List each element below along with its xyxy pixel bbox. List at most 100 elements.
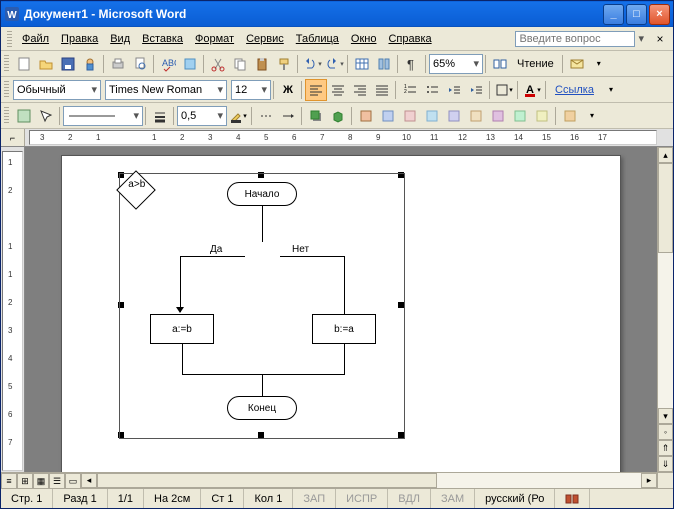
align-justify-button[interactable] — [371, 79, 393, 101]
undo-button[interactable]: ▾ — [301, 53, 323, 75]
fontsize-combo[interactable]: 12▾ — [231, 80, 271, 100]
menu-insert[interactable]: Вставка — [136, 30, 189, 48]
link-button[interactable]: Ссылка — [549, 84, 600, 96]
spellcheck-button[interactable]: ABC — [157, 53, 179, 75]
shape6-button[interactable] — [465, 105, 487, 127]
status-track[interactable]: ИСПР — [336, 489, 388, 508]
bullet-list-button[interactable] — [421, 79, 443, 101]
cut-button[interactable] — [207, 53, 229, 75]
menu-file[interactable]: Файл — [16, 30, 55, 48]
status-section[interactable]: Разд 1 — [53, 489, 107, 508]
shape2-button[interactable] — [377, 105, 399, 127]
status-ext[interactable]: ВДЛ — [388, 489, 431, 508]
font-combo[interactable]: Times New Roman▾ — [105, 80, 227, 100]
normal-view-button[interactable]: ≡ — [1, 473, 17, 488]
arrow-style-button[interactable] — [277, 105, 299, 127]
style-combo[interactable]: Обычный▾ — [13, 80, 101, 100]
scroll-thumb[interactable] — [658, 163, 673, 253]
copy-button[interactable] — [229, 53, 251, 75]
menubar-handle[interactable] — [7, 31, 12, 47]
numbered-list-button[interactable]: 12 — [399, 79, 421, 101]
browse-object-button[interactable]: ◦ — [658, 424, 673, 440]
align-left-button[interactable] — [305, 79, 327, 101]
menu-view[interactable]: Вид — [104, 30, 136, 48]
scroll-track[interactable] — [658, 163, 673, 408]
redo-button[interactable]: ▾ — [323, 53, 345, 75]
maximize-button[interactable]: □ — [626, 4, 647, 25]
toolbar-options[interactable]: ▾ — [581, 105, 603, 127]
scroll-right-button[interactable]: ▸ — [641, 473, 657, 488]
zoom-combo[interactable]: 65%▾ — [429, 54, 483, 74]
line-color-button[interactable]: ▾ — [227, 105, 249, 127]
columns-button[interactable] — [373, 53, 395, 75]
scroll-thumb[interactable] — [97, 473, 437, 488]
shape9-button[interactable] — [531, 105, 553, 127]
drawing-canvas-button[interactable] — [13, 105, 35, 127]
status-page[interactable]: Стр. 1 — [1, 489, 53, 508]
web-view-button[interactable]: ⊞ — [17, 473, 33, 488]
line-style-combo[interactable]: ▾ — [63, 106, 143, 126]
status-pages[interactable]: 1/1 — [108, 489, 144, 508]
decrease-indent-button[interactable] — [443, 79, 465, 101]
shape5-button[interactable] — [443, 105, 465, 127]
scroll-track[interactable] — [97, 473, 641, 488]
scroll-up-button[interactable]: ▴ — [658, 147, 673, 163]
flowchart-end[interactable]: Конец — [227, 396, 297, 420]
reading-icon[interactable] — [489, 53, 511, 75]
new-button[interactable] — [13, 53, 35, 75]
vertical-scrollbar[interactable]: ▴ ▾ ◦ ⇑ ⇓ — [657, 147, 673, 472]
select-objects-button[interactable] — [35, 105, 57, 127]
shape7-button[interactable] — [487, 105, 509, 127]
horizontal-scrollbar[interactable]: ◂ ▸ — [81, 473, 657, 488]
horizontal-ruler[interactable]: ⌐ 321 123 456 789 101112 131415 1617 — [1, 129, 673, 147]
menu-help[interactable]: Справка — [382, 30, 437, 48]
status-ovr[interactable]: ЗАМ — [431, 489, 475, 508]
status-line[interactable]: Ст 1 — [201, 489, 244, 508]
flowchart-process-right[interactable]: b:=a — [312, 314, 376, 344]
bold-button[interactable]: Ж — [277, 79, 299, 101]
permission-button[interactable] — [79, 53, 101, 75]
3d-button[interactable] — [327, 105, 349, 127]
shape10-button[interactable] — [559, 105, 581, 127]
increase-indent-button[interactable] — [465, 79, 487, 101]
scroll-left-button[interactable]: ◂ — [81, 473, 97, 488]
research-button[interactable] — [179, 53, 201, 75]
menu-format[interactable]: Формат — [189, 30, 240, 48]
outline-view-button[interactable]: ☰ — [49, 473, 65, 488]
resize-grip[interactable] — [657, 473, 673, 488]
line-weight-combo[interactable]: 0,5▾ — [177, 106, 227, 126]
toolbar-options[interactable]: ▾ — [600, 79, 622, 101]
dash-style-button[interactable] — [255, 105, 277, 127]
flowchart-start[interactable]: Начало — [227, 182, 297, 206]
align-center-button[interactable] — [327, 79, 349, 101]
shape8-button[interactable] — [509, 105, 531, 127]
envelope-button[interactable] — [566, 53, 588, 75]
status-book-icon[interactable] — [555, 489, 590, 508]
shape3-button[interactable] — [399, 105, 421, 127]
status-lang[interactable]: русский (Ро — [475, 489, 555, 508]
menu-service[interactable]: Сервис — [240, 30, 290, 48]
line-style-button[interactable] — [149, 105, 171, 127]
menu-window[interactable]: Окно — [345, 30, 383, 48]
open-button[interactable] — [35, 53, 57, 75]
reading-button[interactable]: Чтение — [511, 58, 560, 70]
toolbar-handle[interactable] — [4, 107, 9, 125]
shape4-button[interactable] — [421, 105, 443, 127]
status-rec[interactable]: ЗАП — [293, 489, 336, 508]
reading-view-button[interactable]: ▭ — [65, 473, 81, 488]
shadow-button[interactable] — [305, 105, 327, 127]
document-canvas[interactable]: Начало a>b Да Нет — [25, 147, 657, 472]
menu-table[interactable]: Таблица — [290, 30, 345, 48]
print-view-button[interactable]: ▦ — [33, 473, 49, 488]
insert-table-button[interactable] — [351, 53, 373, 75]
scroll-down-button[interactable]: ▾ — [658, 408, 673, 424]
help-search-input[interactable] — [515, 31, 635, 47]
show-marks-button[interactable]: ¶ — [401, 53, 423, 75]
next-page-button[interactable]: ⇓ — [658, 456, 673, 472]
document-close-button[interactable]: × — [653, 32, 667, 46]
minimize-button[interactable]: _ — [603, 4, 624, 25]
paste-button[interactable] — [251, 53, 273, 75]
status-col[interactable]: Кол 1 — [244, 489, 293, 508]
save-button[interactable] — [57, 53, 79, 75]
font-color-button[interactable]: A▾ — [521, 79, 543, 101]
